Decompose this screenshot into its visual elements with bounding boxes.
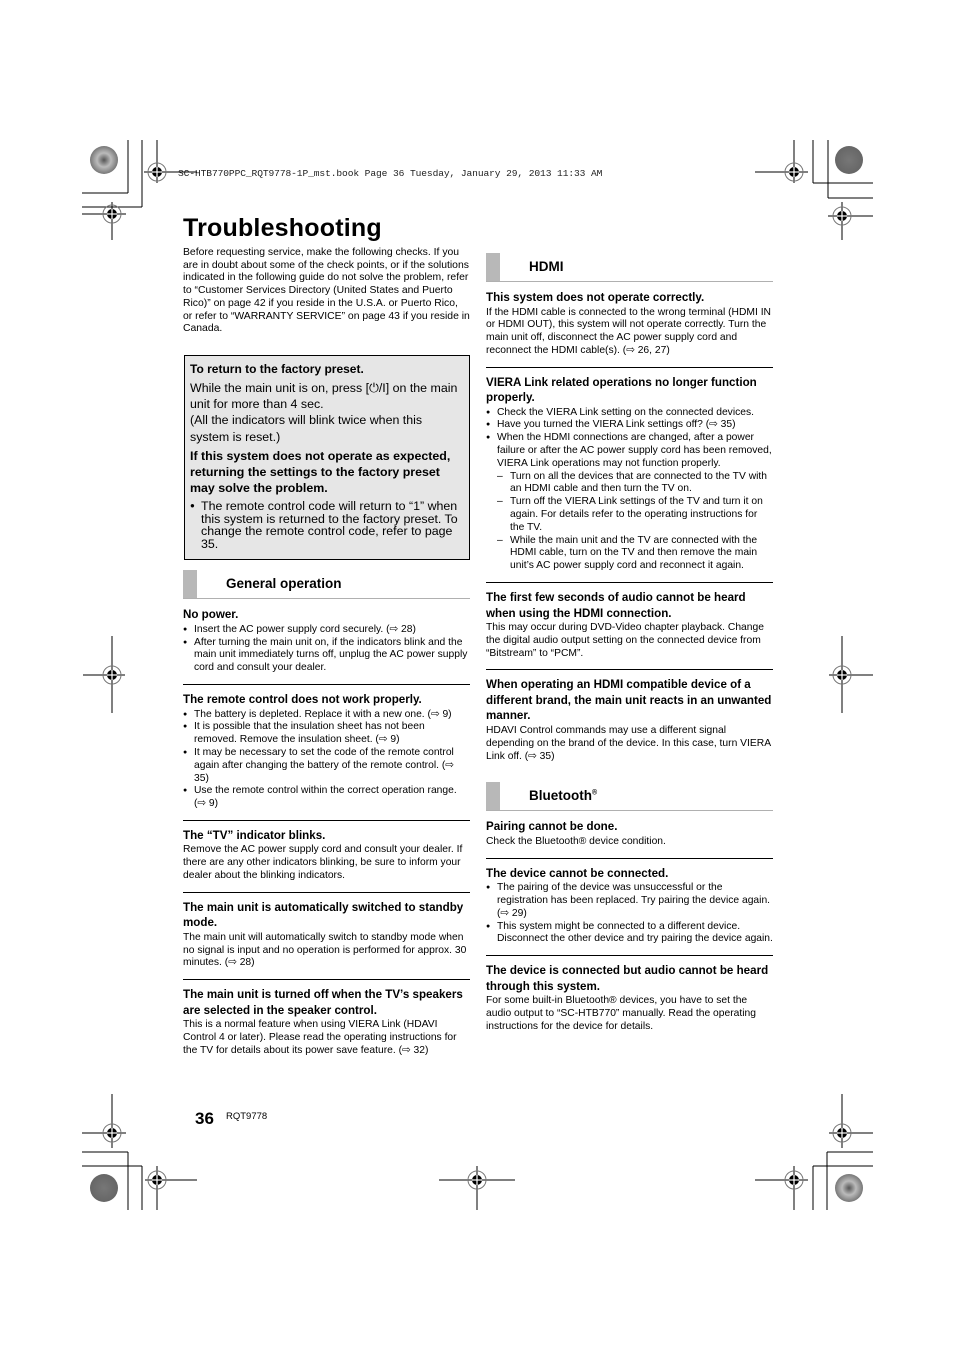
issue-no-audio: The device is connected but audio cannot…	[486, 963, 773, 1042]
issue-audio-first-seconds: The first few seconds of audio cannot be…	[486, 590, 773, 671]
print-slug-line: SC-HTB770PPC_RQT9778-1P_mst.book Page 36…	[178, 168, 603, 179]
section-header-general-operation: General operation	[183, 570, 470, 600]
issue-title: The device cannot be connected.	[486, 866, 669, 880]
issue-title: The “TV” indicator blinks.	[183, 828, 326, 842]
bullet-item: Check the VIERA Link setting on the conn…	[486, 407, 773, 420]
printer-marks	[82, 140, 873, 1210]
model-code: RQT9778	[226, 1111, 268, 1122]
section-marker-bar	[486, 782, 500, 811]
issue-text: This may occur during DVD-Video chapter …	[486, 622, 764, 659]
page-title: Troubleshooting	[183, 214, 382, 242]
registered-mark: ®	[592, 789, 598, 797]
factory-preset-box: To return to the factory preset. While t…	[184, 354, 470, 561]
issue-device-cannot-connect: The device cannot be connected. The pair…	[486, 866, 773, 957]
issue-title: No power.	[183, 608, 239, 622]
issue-text: For some built-in Bluetooth® devices, yo…	[486, 995, 756, 1032]
issue-text: Check the Bluetooth® device condition.	[486, 835, 666, 847]
preset-heading: To return to the factory preset.	[190, 361, 364, 376]
section-title: Bluetooth®	[529, 788, 597, 803]
issue-text: This is a normal feature when using VIER…	[183, 1019, 457, 1056]
issue-text: The main unit will automatically switch …	[183, 931, 467, 969]
issue-title: The main unit is turned off when the TV’…	[183, 988, 463, 1017]
dash-item: Turn on all the devices that are connect…	[486, 471, 773, 497]
preset-note: (All the indicators will blink twice whe…	[190, 413, 423, 444]
issue-tv-indicator-blinks: The “TV” indicator blinks. Remove the AC…	[183, 828, 470, 893]
bullet-item: It may be necessary to set the code of t…	[183, 747, 470, 785]
issue-pairing: Pairing cannot be done. Check the Blueto…	[486, 819, 773, 859]
right-column: HDMI This system does not operate correc…	[486, 253, 773, 1050]
issue-standby-mode: The main unit is automatically switched …	[183, 900, 470, 981]
section-marker-bar	[486, 253, 500, 281]
page-number: 36	[195, 1109, 214, 1128]
issue-title: When operating an HDMI compatible device…	[486, 678, 772, 723]
issue-text: HDAVI Control commands may use a differe…	[486, 724, 771, 762]
issue-title: The main unit is automatically switched …	[183, 900, 464, 930]
registration-mark-bottom-left	[82, 1094, 197, 1210]
bullet-item: Use the remote control within the correc…	[183, 785, 470, 811]
registration-mark-bottom-right	[755, 1094, 873, 1210]
registration-mark-top-left	[82, 140, 197, 240]
preset-bullet: The remote control code will return to “…	[190, 500, 464, 550]
issue-title: Pairing cannot be done.	[486, 820, 618, 834]
section-header-hdmi: HDMI	[486, 253, 773, 282]
preset-bold-text: If this system does not operate as expec…	[190, 448, 451, 496]
section-title: General operation	[226, 576, 342, 592]
issue-text: If the HDMI cable is connected to the wr…	[486, 306, 771, 356]
section-title-text: Bluetooth	[529, 788, 592, 804]
registration-mark-top-right	[755, 140, 873, 240]
bullet-item: Insert the AC power supply cord securely…	[183, 624, 470, 637]
section-title: HDMI	[529, 259, 564, 274]
issue-viera-link: VIERA Link related operations no longer …	[486, 375, 773, 584]
bullet-item: It is possible that the insulation sheet…	[183, 721, 470, 747]
issue-different-brand: When operating an HDMI compatible device…	[486, 677, 773, 772]
issue-title: This system does not operate correctly.	[486, 291, 705, 304]
section-header-bluetooth: Bluetooth®	[486, 782, 773, 812]
section-marker-bar	[183, 570, 197, 599]
registration-mark-mid-right	[829, 636, 873, 713]
issue-no-power: No power. Insert the AC power supply cor…	[183, 607, 470, 686]
issue-text: Remove the AC power supply cord and cons…	[183, 844, 463, 881]
left-column: Before requesting service, make the foll…	[183, 247, 470, 1074]
dash-item: While the main unit and the TV are conne…	[486, 535, 773, 573]
registration-mark-mid-left	[83, 636, 125, 713]
issue-system-not-operate: This system does not operate correctly. …	[486, 290, 773, 368]
issue-title: VIERA Link related operations no longer …	[486, 375, 757, 405]
dash-item: Turn off the VIERA Link settings of the …	[486, 496, 773, 534]
bullet-item: Have you turned the VIERA Link settings …	[486, 419, 773, 432]
preset-text: While the main unit is on, press [⏻/I] o…	[190, 380, 458, 412]
bullet-item: After turning the main unit on, if the i…	[183, 637, 470, 675]
bullet-item: The pairing of the device was unsuccessf…	[486, 882, 773, 920]
issue-title: The first few seconds of audio cannot be…	[486, 591, 746, 620]
issue-remote-control: The remote control does not work properl…	[183, 692, 470, 821]
bullet-item: The battery is depleted. Replace it with…	[183, 709, 470, 722]
bullet-item: When the HDMI connections are changed, a…	[486, 432, 773, 470]
issue-turned-off-tv-speakers: The main unit is turned off when the TV’…	[183, 987, 470, 1066]
intro-paragraph: Before requesting service, make the foll…	[183, 247, 470, 335]
bullet-item: This system might be connected to a diff…	[486, 921, 773, 947]
registration-mark-bottom-center	[439, 1166, 515, 1210]
issue-title: The remote control does not work properl…	[183, 693, 422, 707]
issue-title: The device is connected but audio cannot…	[486, 964, 769, 993]
